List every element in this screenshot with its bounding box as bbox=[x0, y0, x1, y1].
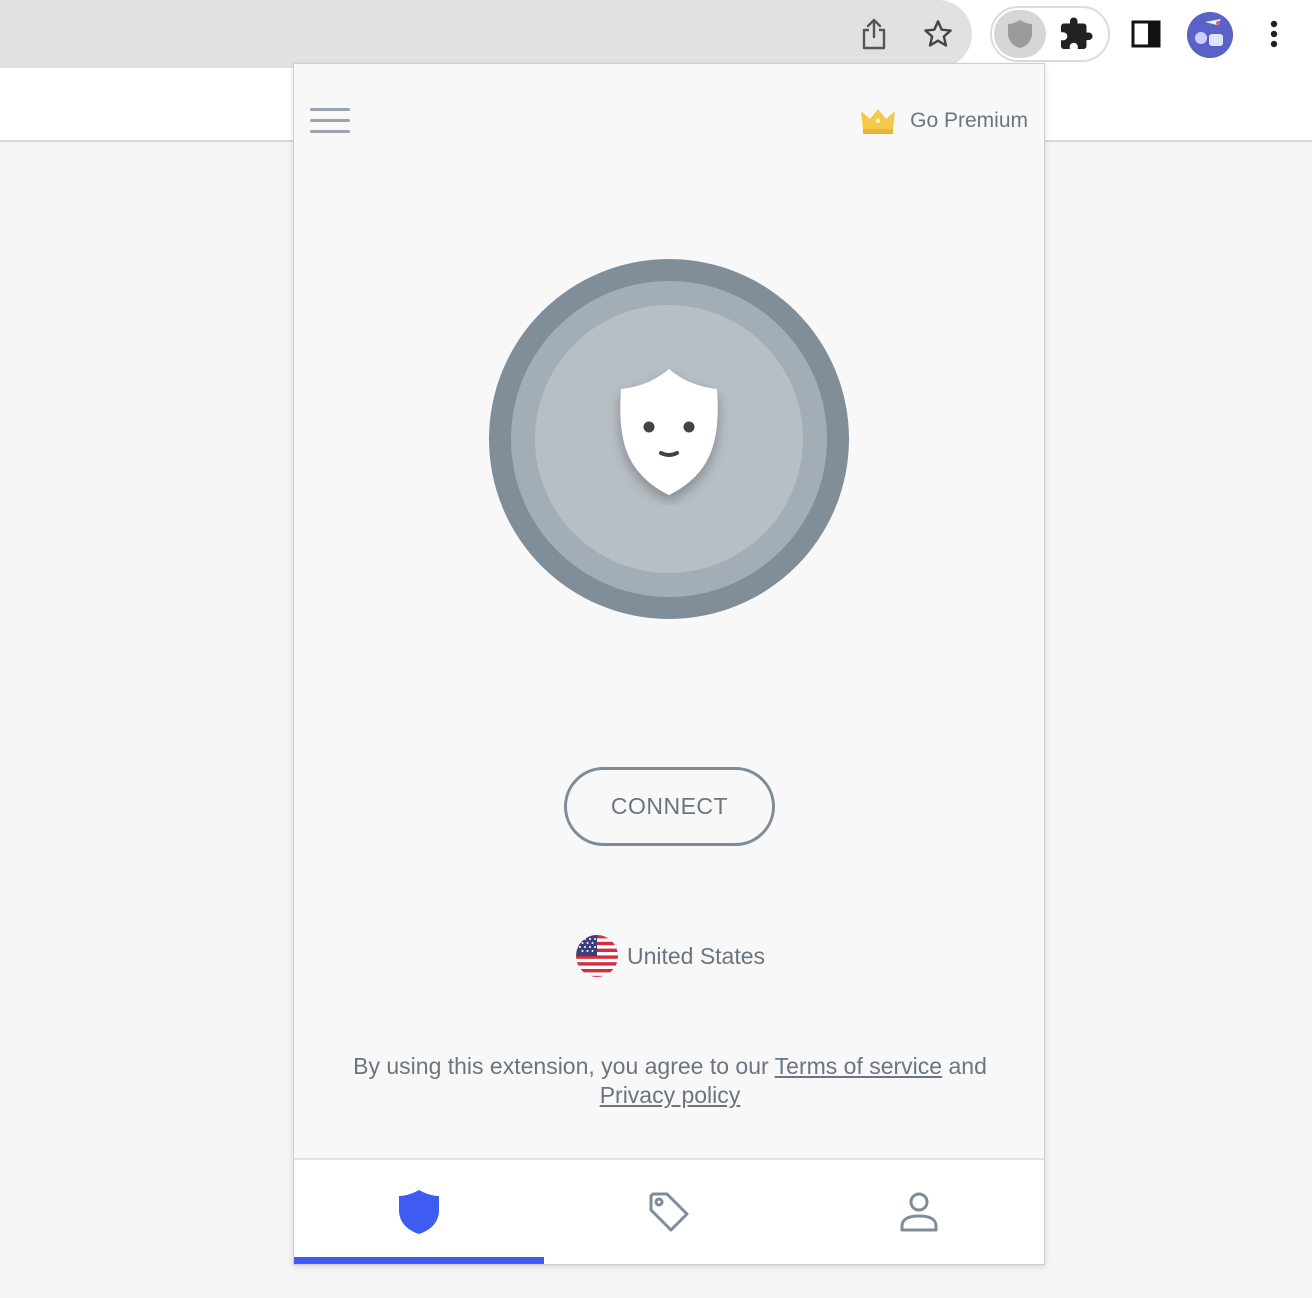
user-icon bbox=[900, 1192, 938, 1232]
location-selector[interactable]: United States bbox=[294, 934, 1046, 978]
hamburger-icon[interactable] bbox=[310, 108, 350, 136]
share-icon[interactable] bbox=[856, 14, 892, 54]
legal-prefix: By using this extension, you agree to ou… bbox=[353, 1053, 769, 1079]
browser-toolbar bbox=[0, 0, 1312, 68]
active-tab-indicator bbox=[294, 1257, 544, 1264]
side-panel-icon[interactable] bbox=[1128, 16, 1164, 52]
connect-button[interactable]: CONNECT bbox=[564, 767, 775, 846]
orb-inner-ring bbox=[535, 305, 803, 573]
crown-icon bbox=[861, 109, 896, 134]
tab-account[interactable] bbox=[794, 1160, 1044, 1264]
location-label: United States bbox=[626, 942, 766, 969]
vpn-popup: Go Premium CONNECT United States By usin… bbox=[293, 63, 1045, 1265]
tab-vpn[interactable] bbox=[294, 1160, 544, 1264]
mascot-shield-icon bbox=[605, 361, 733, 505]
star-icon[interactable] bbox=[918, 14, 958, 54]
extensions-group bbox=[990, 6, 1110, 62]
connect-orb[interactable] bbox=[489, 259, 849, 619]
puzzle-icon[interactable] bbox=[1058, 16, 1094, 52]
more-vert-icon[interactable] bbox=[1258, 14, 1290, 54]
go-premium-button[interactable]: Go Premium bbox=[860, 104, 1028, 138]
privacy-policy-link[interactable]: Privacy policy bbox=[600, 1082, 741, 1108]
legal-notice: By using this extension, you agree to ou… bbox=[324, 1052, 1016, 1110]
terms-of-service-link[interactable]: Terms of service bbox=[775, 1053, 942, 1079]
orb-middle-ring bbox=[511, 281, 827, 597]
legal-conjunction: and bbox=[948, 1053, 987, 1079]
vpn-extension-icon[interactable] bbox=[994, 10, 1046, 58]
avatar[interactable] bbox=[1187, 12, 1233, 58]
tag-icon bbox=[649, 1192, 689, 1232]
bottom-nav bbox=[294, 1158, 1044, 1264]
address-bar[interactable] bbox=[0, 0, 972, 68]
go-premium-label: Go Premium bbox=[910, 109, 1028, 132]
tab-offers[interactable] bbox=[544, 1160, 794, 1264]
shield-icon bbox=[399, 1190, 439, 1234]
us-flag-icon bbox=[575, 935, 618, 977]
